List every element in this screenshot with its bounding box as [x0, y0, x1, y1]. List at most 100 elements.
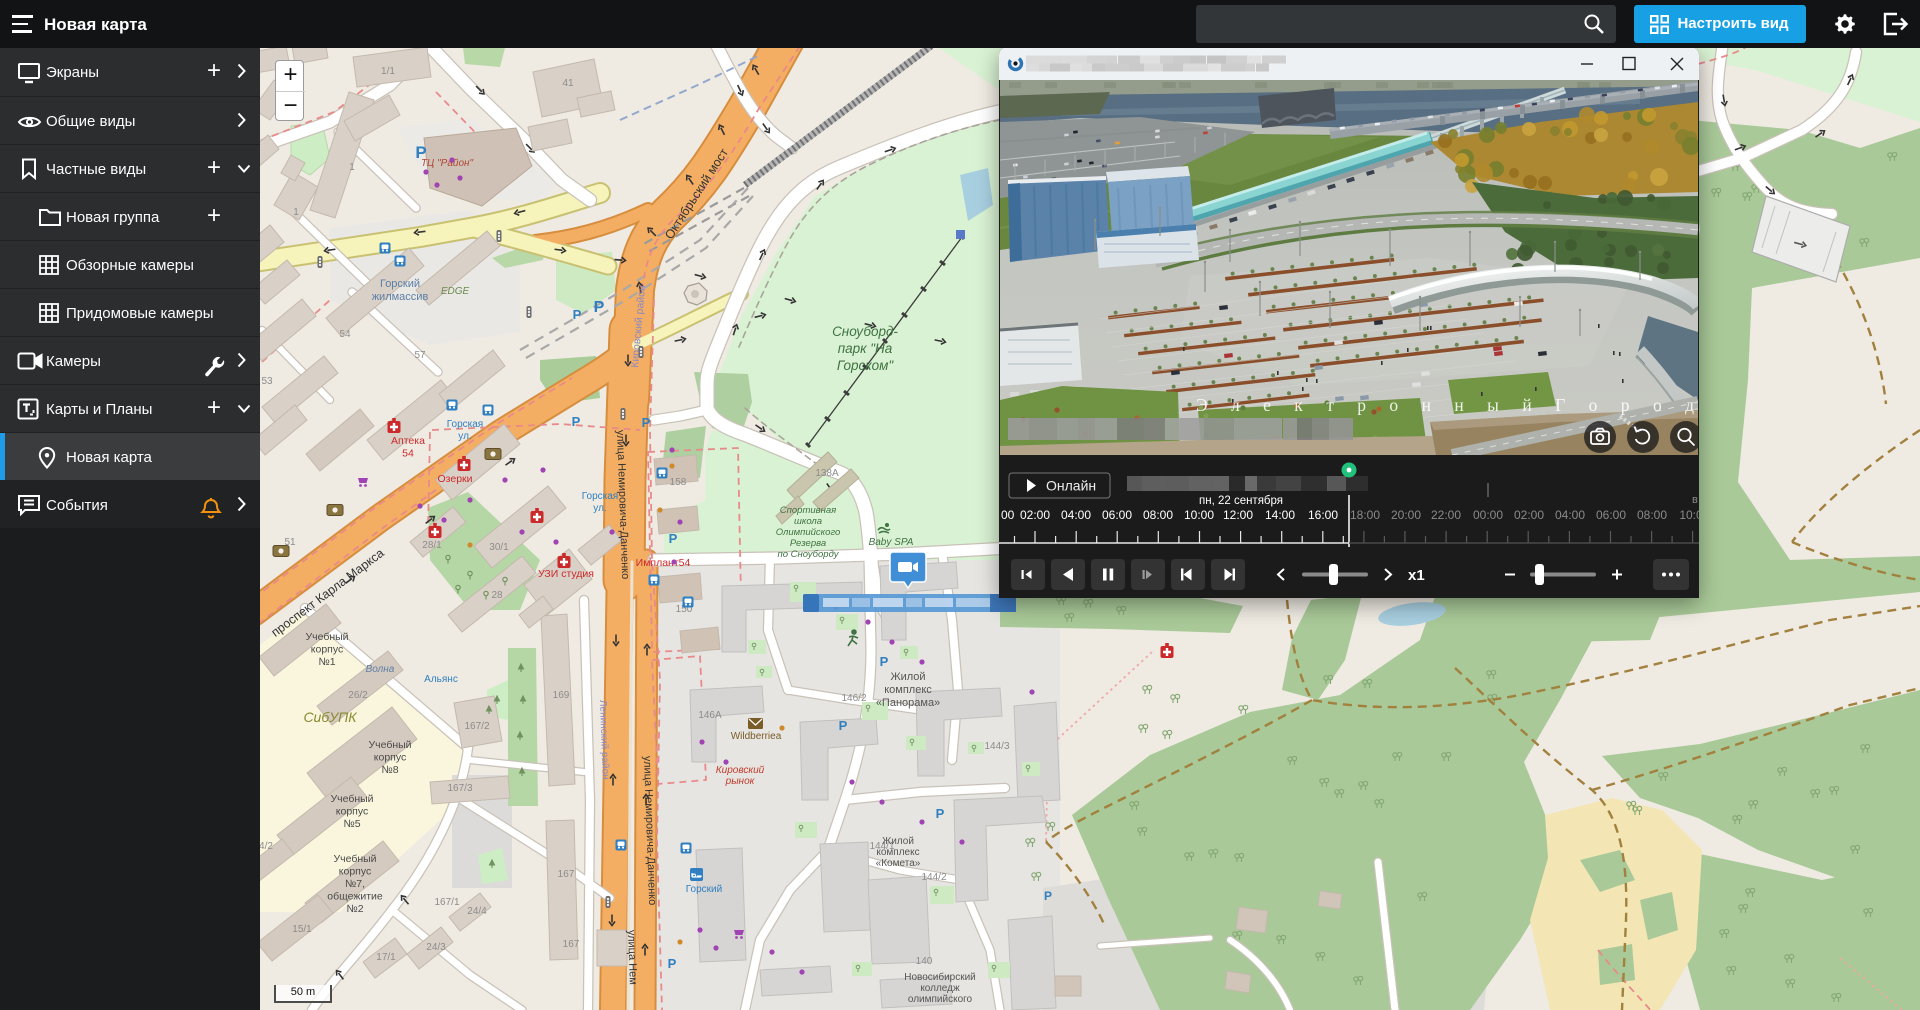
svg-text:P: P: [1044, 889, 1052, 903]
svg-text:общежитие: общежитие: [327, 891, 383, 903]
svg-text:P: P: [572, 414, 581, 429]
svg-text:28/1: 28/1: [422, 540, 442, 551]
svg-text:144/3: 144/3: [984, 741, 1009, 752]
svg-text:пн, 22 сентября: пн, 22 сентября: [1199, 495, 1283, 507]
svg-text:Учебный: Учебный: [333, 853, 376, 865]
svg-text:ТЦ "Район": ТЦ "Район": [421, 158, 474, 169]
svg-text:колледж: колледж: [920, 983, 960, 994]
svg-text:рынок: рынок: [725, 776, 756, 787]
svg-text:ул.: ул.: [593, 503, 606, 514]
svg-text:корпус: корпус: [336, 806, 368, 818]
svg-text:№7,: №7,: [345, 878, 365, 890]
svg-text:«Панорама»: «Панорама»: [876, 697, 940, 709]
svg-text:22:00: 22:00: [1431, 508, 1461, 522]
svg-text:Олимпийского: Олимпийского: [776, 527, 841, 538]
svg-text:24/4: 24/4: [467, 906, 487, 917]
svg-text:57: 57: [414, 350, 426, 361]
svg-text:УЗИ студия: УЗИ студия: [538, 568, 594, 580]
svg-text:Жилой: Жилой: [882, 836, 914, 847]
svg-text:4/2: 4/2: [260, 841, 273, 852]
svg-text:комплекс: комплекс: [876, 847, 919, 858]
svg-text:53: 53: [261, 376, 273, 387]
svg-text:167/1: 167/1: [434, 897, 459, 908]
svg-text:02:00: 02:00: [1020, 508, 1050, 522]
svg-text:Озерки: Озерки: [437, 473, 472, 485]
svg-text:04:00: 04:00: [1555, 508, 1585, 522]
svg-text:№1: №1: [318, 656, 335, 668]
svg-text:146А: 146А: [698, 710, 722, 721]
svg-text:06:00: 06:00: [1102, 508, 1132, 522]
svg-text:корпус: корпус: [374, 752, 406, 764]
svg-text:17/1: 17/1: [376, 952, 396, 963]
svg-text:Горском": Горском": [837, 358, 894, 373]
svg-text:Учебный: Учебный: [368, 739, 411, 751]
svg-text:Жилой: Жилой: [890, 671, 925, 683]
svg-text:28: 28: [491, 590, 503, 601]
svg-text:№8: №8: [381, 764, 398, 776]
svg-text:18:00: 18:00: [1350, 508, 1380, 522]
svg-text:146/2: 146/2: [841, 693, 866, 704]
svg-text:10:00: 10:00: [1184, 508, 1214, 522]
svg-text:54: 54: [402, 448, 414, 460]
svg-text:№5: №5: [343, 818, 360, 830]
svg-text:P: P: [573, 307, 582, 322]
svg-text:1: 1: [293, 207, 299, 218]
svg-text:Горский: Горский: [380, 278, 420, 290]
svg-text:№2: №2: [346, 903, 363, 915]
svg-text:20:00: 20:00: [1391, 508, 1421, 522]
svg-text:Онлайн: Онлайн: [1046, 478, 1096, 494]
svg-text:Учебный: Учебный: [330, 793, 373, 805]
svg-text:167/3: 167/3: [447, 783, 472, 794]
svg-text:Альянс: Альянс: [424, 674, 458, 685]
svg-text:54: 54: [339, 329, 351, 340]
svg-text:P: P: [415, 143, 426, 162]
svg-text:Аптека: Аптека: [391, 435, 425, 447]
svg-text:08:00: 08:00: [1143, 508, 1173, 522]
svg-text:P: P: [668, 956, 677, 971]
svg-text:P: P: [839, 718, 848, 733]
svg-text:04:00: 04:00: [1061, 508, 1091, 522]
svg-text:Горская: Горская: [582, 491, 618, 502]
svg-text:Горский: Горский: [686, 884, 722, 895]
svg-text:«Комета»: «Комета»: [876, 858, 921, 869]
svg-text:10:0: 10:0: [1679, 508, 1699, 522]
svg-text:Baby SPA: Baby SPA: [869, 537, 914, 548]
svg-text:30/1: 30/1: [489, 542, 509, 553]
svg-text:по Сноуборду: по Сноуборду: [778, 549, 840, 560]
svg-text:Резерва: Резерва: [790, 538, 826, 549]
svg-text:Волна: Волна: [366, 664, 395, 675]
svg-text:167: 167: [558, 869, 575, 880]
svg-text:жилмассив: жилмассив: [372, 291, 429, 303]
svg-text:1: 1: [349, 162, 355, 173]
svg-text:Wildberriea: Wildberriea: [731, 731, 782, 742]
svg-text:26/2: 26/2: [348, 690, 368, 701]
svg-text:P: P: [669, 531, 678, 546]
svg-text:02:00: 02:00: [1514, 508, 1544, 522]
svg-text:Новосибирский: Новосибирский: [904, 971, 976, 983]
svg-text:EDGE: EDGE: [441, 286, 470, 297]
svg-text:00: 00: [1001, 508, 1015, 522]
svg-text:ул.: ул.: [458, 431, 471, 442]
svg-text:169: 169: [553, 690, 570, 701]
svg-text:00:00: 00:00: [1473, 508, 1503, 522]
svg-text:41: 41: [562, 78, 574, 89]
svg-text:158: 158: [670, 477, 687, 488]
svg-text:СибУПК: СибУПК: [303, 709, 357, 725]
svg-text:167: 167: [563, 939, 580, 950]
svg-text:P: P: [936, 806, 945, 821]
svg-text:144/2: 144/2: [921, 872, 946, 883]
svg-text:корпус: корпус: [311, 644, 343, 656]
svg-text:школа: школа: [794, 516, 822, 527]
svg-text:улица Нем: улица Нем: [625, 930, 639, 985]
svg-text:P: P: [880, 654, 889, 669]
svg-text:Горская: Горская: [447, 419, 483, 430]
svg-text:комплекс: комплекс: [884, 684, 932, 696]
svg-text:олимпийского: олимпийского: [908, 994, 973, 1005]
svg-text:Сноуборд-: Сноуборд-: [832, 324, 898, 339]
svg-text:12:00: 12:00: [1223, 508, 1253, 522]
svg-text:P: P: [642, 415, 651, 430]
svg-text:x1: x1: [1408, 567, 1425, 584]
svg-text:140: 140: [916, 956, 933, 967]
svg-text:24/3: 24/3: [426, 942, 446, 953]
svg-text:1/1: 1/1: [381, 66, 395, 77]
